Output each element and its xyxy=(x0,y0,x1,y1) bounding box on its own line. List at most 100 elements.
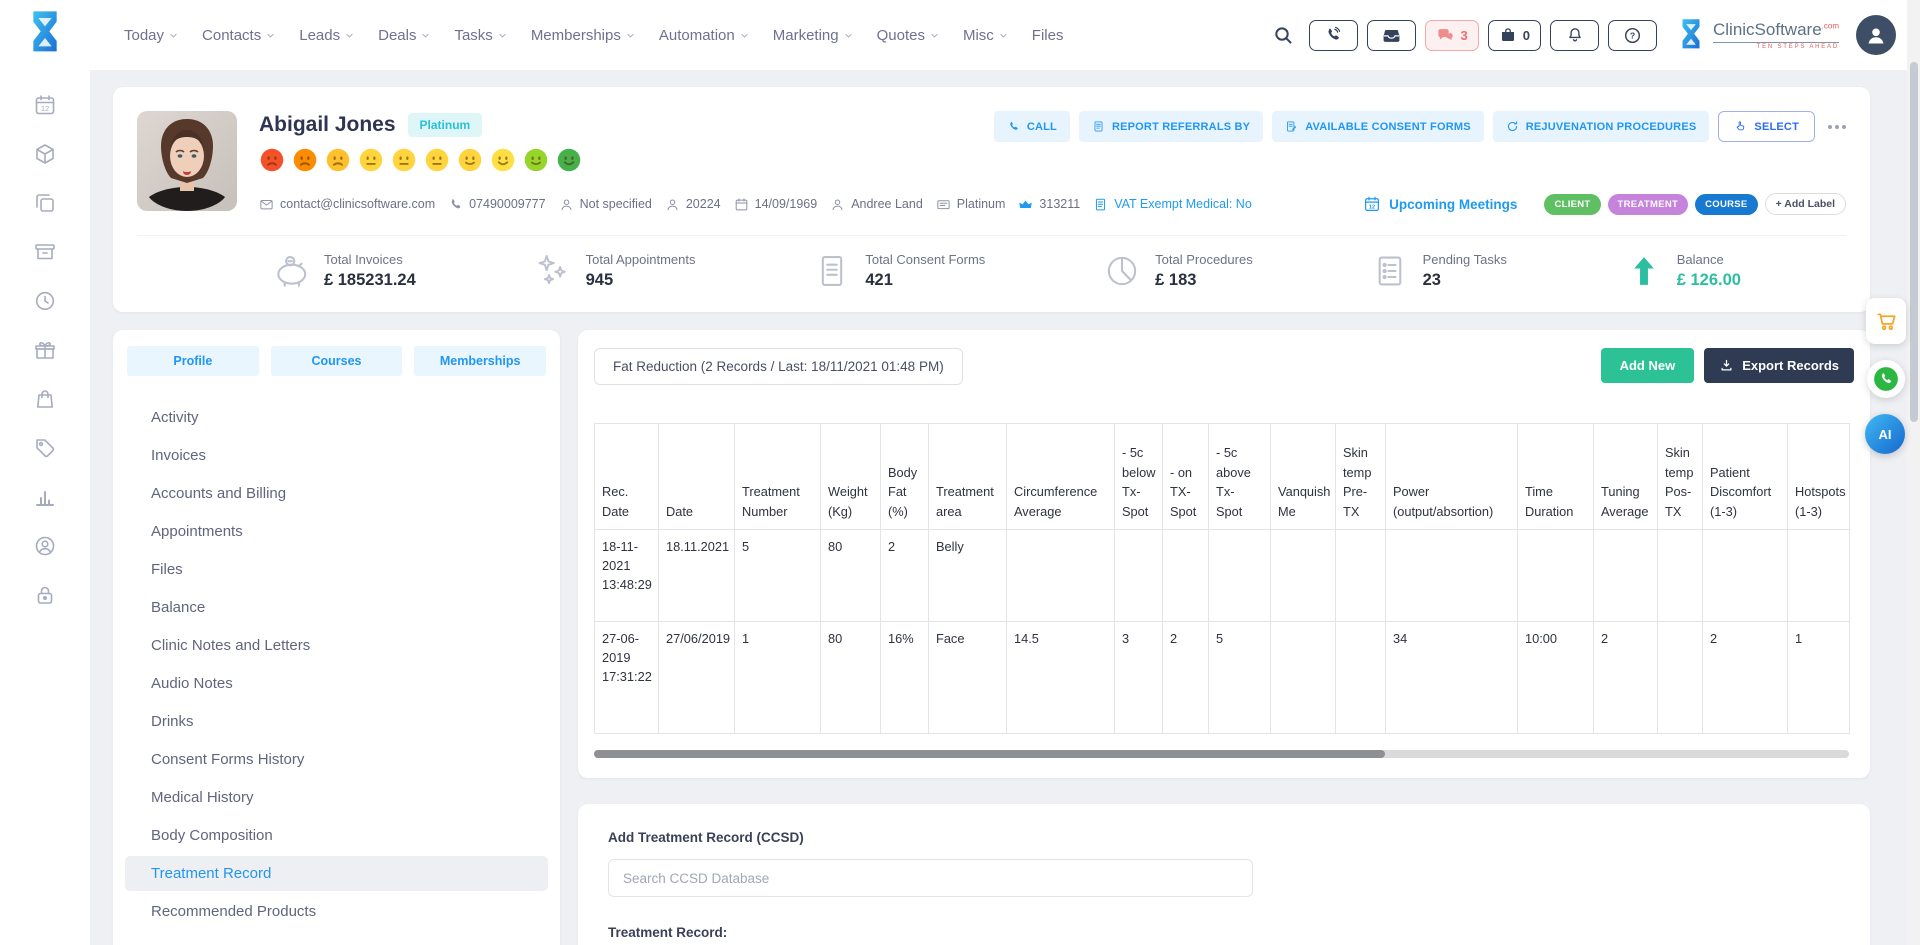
brand-hourglass-icon[interactable] xyxy=(25,9,65,57)
sidebar-item-balance[interactable]: Balance xyxy=(125,590,548,625)
column-header: Weight (Kg) xyxy=(821,424,881,530)
mood-face-icon[interactable] xyxy=(523,147,549,173)
upcoming-meetings-link[interactable]: 12Upcoming Meetings xyxy=(1363,195,1517,213)
tab-profile[interactable]: Profile xyxy=(127,346,259,376)
cart-button[interactable]: 0 xyxy=(1488,20,1541,51)
stat-total-invoices: Total Invoices£ 185231.24 xyxy=(272,252,416,290)
sidebar-item-invoices[interactable]: Invoices xyxy=(125,438,548,473)
table-cell: 18.11.2021 xyxy=(659,530,735,622)
floating-phone-button[interactable] xyxy=(1867,360,1905,398)
svg-text:12: 12 xyxy=(1369,205,1375,211)
sidebar-item-audio-notes[interactable]: Audio Notes xyxy=(125,666,548,701)
package-icon[interactable] xyxy=(33,142,57,166)
sidebar-item-recommended-products[interactable]: Recommended Products xyxy=(125,894,548,929)
search-icon[interactable] xyxy=(1273,25,1293,45)
contact-20224[interactable]: 20224 xyxy=(665,197,721,212)
table-cell xyxy=(1163,530,1209,622)
inbox-button[interactable] xyxy=(1367,20,1416,51)
sidebar-item-activity[interactable]: Activity xyxy=(125,400,548,435)
nav-item-memberships[interactable]: Memberships xyxy=(531,27,635,44)
mood-face-icon[interactable] xyxy=(457,147,483,173)
contact-14-09-1969[interactable]: 14/09/1969 xyxy=(734,197,818,212)
mood-face-icon[interactable] xyxy=(556,147,582,173)
report-referrals-by-button[interactable]: REPORT REFERRALS BY xyxy=(1079,111,1263,142)
contact-contact-clinicsoftware-com[interactable]: contact@clinicsoftware.com xyxy=(259,197,435,212)
dialer-button[interactable] xyxy=(1309,20,1358,51)
user-avatar[interactable] xyxy=(1856,15,1896,55)
id-card-icon xyxy=(936,197,951,212)
contact-313211[interactable]: 313211 xyxy=(1018,197,1080,212)
mood-face-icon[interactable] xyxy=(490,147,516,173)
page-vertical-scrollbar[interactable] xyxy=(1907,0,1920,945)
label-pill-client[interactable]: CLIENT xyxy=(1544,194,1600,215)
page-scrollbar-thumb[interactable] xyxy=(1910,62,1918,422)
copy-icon[interactable] xyxy=(33,191,57,215)
history-icon[interactable] xyxy=(33,289,57,313)
nav-item-misc[interactable]: Misc xyxy=(963,27,1008,44)
ccsd-search-input[interactable] xyxy=(608,859,1253,897)
sidebar-item-drinks[interactable]: Drinks xyxy=(125,704,548,739)
available-consent-forms-button[interactable]: AVAILABLE CONSENT FORMS xyxy=(1272,111,1484,142)
nav-item-automation[interactable]: Automation xyxy=(659,27,749,44)
sidebar-item-body-composition[interactable]: Body Composition xyxy=(125,818,548,853)
gift-icon[interactable] xyxy=(33,338,57,362)
tab-courses[interactable]: Courses xyxy=(271,346,403,376)
archive-icon[interactable] xyxy=(33,240,57,264)
brand-logo[interactable]: ClinicSoftware.com TEN STEPS AHEAD xyxy=(1676,18,1839,52)
table-scrollbar-thumb[interactable] xyxy=(594,750,1385,758)
contact-andree-land[interactable]: Andree Land xyxy=(830,197,923,212)
chart-icon[interactable] xyxy=(33,485,57,509)
contact-vat-exempt-medical-no[interactable]: VAT Exempt Medical: No xyxy=(1093,197,1252,212)
treatment-type-selector[interactable]: Fat Reduction (2 Records / Last: 18/11/2… xyxy=(594,348,963,385)
tab-memberships[interactable]: Memberships xyxy=(414,346,546,376)
calendar-icon[interactable]: 12 xyxy=(33,93,57,117)
nav-item-contacts[interactable]: Contacts xyxy=(202,27,275,44)
mood-face-icon[interactable] xyxy=(391,147,417,173)
rejuvenation-procedures-button[interactable]: REJUVENATION PROCEDURES xyxy=(1493,111,1710,142)
brand-tld: .com xyxy=(1822,21,1839,30)
nav-item-today[interactable]: Today xyxy=(124,27,178,44)
sidebar-item-medical-history[interactable]: Medical History xyxy=(125,780,548,815)
export-records-button[interactable]: Export Records xyxy=(1704,348,1854,383)
bag-icon[interactable] xyxy=(33,387,57,411)
stat-label: Total Consent Forms xyxy=(865,252,985,267)
tag-icon[interactable] xyxy=(33,436,57,460)
more-actions-button[interactable] xyxy=(1824,125,1850,129)
mood-face-icon[interactable] xyxy=(358,147,384,173)
mood-face-icon[interactable] xyxy=(259,147,285,173)
contact-not-specified[interactable]: Not specified xyxy=(559,197,652,212)
floating-cart-button[interactable] xyxy=(1866,298,1906,344)
sidebar-item-treatment-record[interactable]: Treatment Record xyxy=(125,856,548,891)
mood-face-icon[interactable] xyxy=(325,147,351,173)
label-pill-course[interactable]: COURSE xyxy=(1695,194,1757,215)
account-icon[interactable] xyxy=(33,534,57,558)
add-new-button[interactable]: Add New xyxy=(1601,348,1695,383)
sidebar-item-files[interactable]: Files xyxy=(125,552,548,587)
contact-platinum[interactable]: Platinum xyxy=(936,197,1006,212)
treatment-records-table: Rec. DateDateTreatment NumberWeight (Kg)… xyxy=(594,423,1850,734)
nav-item-files[interactable]: Files xyxy=(1032,27,1064,44)
add-label-button[interactable]: + Add Label xyxy=(1765,193,1846,215)
nav-item-leads[interactable]: Leads xyxy=(299,27,354,44)
floating-ai-button[interactable]: AI xyxy=(1865,414,1905,454)
table-horizontal-scrollbar[interactable] xyxy=(594,750,1849,758)
nav-item-quotes[interactable]: Quotes xyxy=(877,27,939,44)
select-button[interactable]: SELECT xyxy=(1718,111,1815,142)
sidebar-item-accounts-and-billing[interactable]: Accounts and Billing xyxy=(125,476,548,511)
patient-photo[interactable] xyxy=(137,111,237,211)
notifications-button[interactable] xyxy=(1550,20,1599,51)
nav-item-tasks[interactable]: Tasks xyxy=(454,27,506,44)
nav-item-deals[interactable]: Deals xyxy=(378,27,430,44)
nav-item-marketing[interactable]: Marketing xyxy=(773,27,853,44)
sidebar-item-consent-forms-history[interactable]: Consent Forms History xyxy=(125,742,548,777)
sidebar-item-clinic-notes-and-letters[interactable]: Clinic Notes and Letters xyxy=(125,628,548,663)
contact-07490009777[interactable]: 07490009777 xyxy=(448,197,545,212)
mood-face-icon[interactable] xyxy=(292,147,318,173)
label-pill-treatment[interactable]: TREATMENT xyxy=(1608,194,1689,215)
help-button[interactable]: ? xyxy=(1608,20,1657,51)
chat-button[interactable]: 3 xyxy=(1425,20,1479,51)
lock-icon[interactable] xyxy=(33,583,57,607)
call-button[interactable]: CALL xyxy=(994,111,1070,142)
sidebar-item-appointments[interactable]: Appointments xyxy=(125,514,548,549)
mood-face-icon[interactable] xyxy=(424,147,450,173)
